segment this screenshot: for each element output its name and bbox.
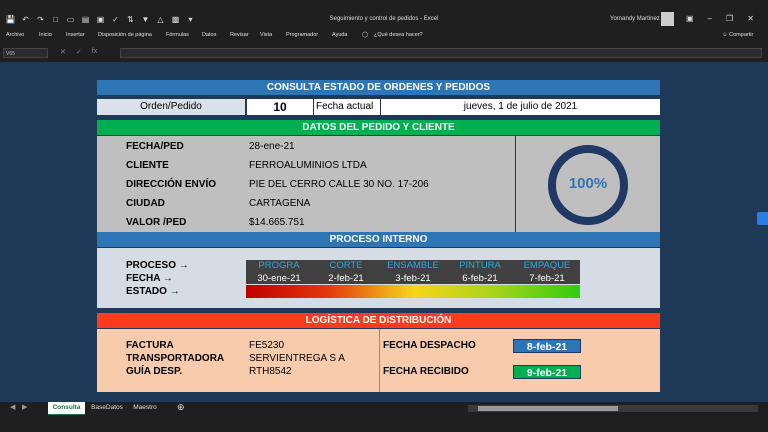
prev-sheet-icon[interactable]: ◀ xyxy=(10,403,15,411)
status-bar xyxy=(0,415,768,424)
stage-date-empaque: 7-feb-21 xyxy=(529,273,565,284)
tab-archivo[interactable]: Archivo xyxy=(6,32,24,38)
excel-window: 💾 ↶ ↷ □ ▭ ▤ ▣ ✓ ⇅ ▼ △ ▩ ▾ Seguimiento y … xyxy=(0,0,768,432)
stage-name-corte: CORTE xyxy=(329,260,363,271)
tab-insertar[interactable]: Insertar xyxy=(66,32,85,38)
enter-icon[interactable]: ✓ xyxy=(76,48,82,56)
next-sheet-icon[interactable]: ▶ xyxy=(22,403,27,411)
avatar[interactable] xyxy=(661,12,674,26)
invoice-label: FACTURA xyxy=(126,340,174,351)
add-sheet-icon[interactable]: ⊕ xyxy=(177,402,185,413)
cancel-icon[interactable]: ✕ xyxy=(60,48,66,56)
tab-revisar[interactable]: Revisar xyxy=(230,32,249,38)
received-date-label: FECHA RECIBIDO xyxy=(383,366,469,377)
field-label-fecha: FECHA/PED xyxy=(126,141,184,152)
tab-ayuda[interactable]: Ayuda xyxy=(332,32,348,38)
stage-date-progra: 30-ene-21 xyxy=(257,273,301,284)
formula-buttons: ✕ ✓ fx xyxy=(60,48,97,56)
sheet-tab-consulta[interactable]: Consulta xyxy=(48,402,85,416)
progress-percent: 100% xyxy=(568,175,608,192)
close-icon[interactable]: ✕ xyxy=(747,14,754,23)
share-button[interactable]: ☺ Compartir xyxy=(722,32,753,38)
field-label-ciudad: CIUDAD xyxy=(126,198,165,209)
status-row-label: ESTADO → xyxy=(126,286,180,297)
received-date-value: 9-feb-21 xyxy=(513,365,581,379)
logistics-section-header: LOGÍSTICA DE DISTRIBUCIÓN xyxy=(97,313,660,328)
carrier-value: SERVIENTREGA S A xyxy=(249,353,345,364)
field-label-direccion: DIRECCIÓN ENVÍO xyxy=(126,179,217,190)
stage-name-empaque: EMPAQUE xyxy=(523,260,571,271)
share-label: Compartir xyxy=(729,32,754,38)
tab-programador[interactable]: Programador xyxy=(286,32,318,38)
sheet-tab-maestro[interactable]: Maestro xyxy=(129,402,161,414)
tab-inicio[interactable]: Inicio xyxy=(39,32,52,38)
stage-date-ensamble: 3-feb-21 xyxy=(395,273,431,284)
tab-datos[interactable]: Datos xyxy=(202,32,216,38)
current-date: jueves, 1 de julio de 2021 xyxy=(381,99,660,115)
sheet-tab-basedatos[interactable]: BaseDatos xyxy=(89,402,125,414)
process-label: PROCESO → xyxy=(126,260,189,271)
ribbon-tabs: Archivo Inicio Insertar Disposición de p… xyxy=(0,30,768,44)
dropbox-icon[interactable] xyxy=(757,212,768,225)
date-row-label: FECHA → xyxy=(126,273,173,284)
guide-label: GUÍA DESP. xyxy=(126,366,183,377)
tab-formulas[interactable]: Fórmulas xyxy=(166,32,189,38)
order-number-input[interactable]: 10 xyxy=(247,99,313,115)
dashboard-title: CONSULTA ESTADO DE ORDENES Y PEDIDOS xyxy=(97,80,660,95)
field-value-direccion: PIE DEL CERRO CALLE 30 NO. 17-206 xyxy=(249,179,429,190)
maximize-icon[interactable]: ❐ xyxy=(726,14,733,23)
tell-me-search[interactable]: ¿Qué desea hacer? xyxy=(374,32,423,38)
tab-disposicion[interactable]: Disposición de página xyxy=(98,32,152,38)
function-icon[interactable]: fx xyxy=(92,48,97,56)
logistics-divider xyxy=(379,329,380,392)
process-section-header: PROCESO INTERNO xyxy=(97,232,660,247)
field-value-valor: $14.665.751 xyxy=(249,217,305,228)
stage-name-pintura: PINTURA xyxy=(459,260,501,271)
stage-date-pintura: 6-feb-21 xyxy=(462,273,498,284)
date-label: Fecha actual xyxy=(314,99,380,115)
formula-input[interactable] xyxy=(120,48,762,58)
stage-name-ensamble: ENSAMBLE xyxy=(387,260,439,271)
client-section-header: DATOS DEL PEDIDO Y CLIENTE xyxy=(97,120,660,135)
window-controls: ▣ – ❐ ✕ xyxy=(686,14,754,23)
stage-date-corte: 2-feb-21 xyxy=(328,273,364,284)
formula-bar: V65 ✕ ✓ fx xyxy=(0,46,768,60)
field-label-cliente: CLIENTE xyxy=(126,160,169,171)
user-name[interactable]: Yornandy Martinez xyxy=(610,16,660,22)
stage-name-progra: PROGRA xyxy=(258,260,300,271)
scrollbar-thumb[interactable] xyxy=(478,406,618,411)
tab-vista[interactable]: Vista xyxy=(260,32,272,38)
dispatch-date-label: FECHA DESPACHO xyxy=(383,340,476,351)
carrier-label: TRANSPORTADORA xyxy=(126,353,225,364)
invoice-value: FE5230 xyxy=(249,340,285,351)
name-box[interactable]: V65 xyxy=(3,48,48,58)
dispatch-date-value: 8-feb-21 xyxy=(513,339,581,353)
order-label: Orden/Pedido xyxy=(97,99,245,115)
field-value-ciudad: CARTAGENA xyxy=(249,198,311,209)
field-value-fecha: 28-ene-21 xyxy=(249,141,295,152)
minimize-icon[interactable]: – xyxy=(708,14,712,23)
field-value-cliente: FERROALUMINIOS LTDA xyxy=(249,160,367,171)
status-gradient-bar xyxy=(246,285,580,298)
ribbon-display-icon[interactable]: ▣ xyxy=(686,14,694,23)
lightbulb-icon: ◯ xyxy=(362,32,369,38)
title-bar: 💾 ↶ ↷ □ ▭ ▤ ▣ ✓ ⇅ ▼ △ ▩ ▾ Seguimiento y … xyxy=(0,10,768,30)
guide-value: RTH8542 xyxy=(249,366,292,377)
field-label-valor: VALOR /PED xyxy=(126,217,187,228)
